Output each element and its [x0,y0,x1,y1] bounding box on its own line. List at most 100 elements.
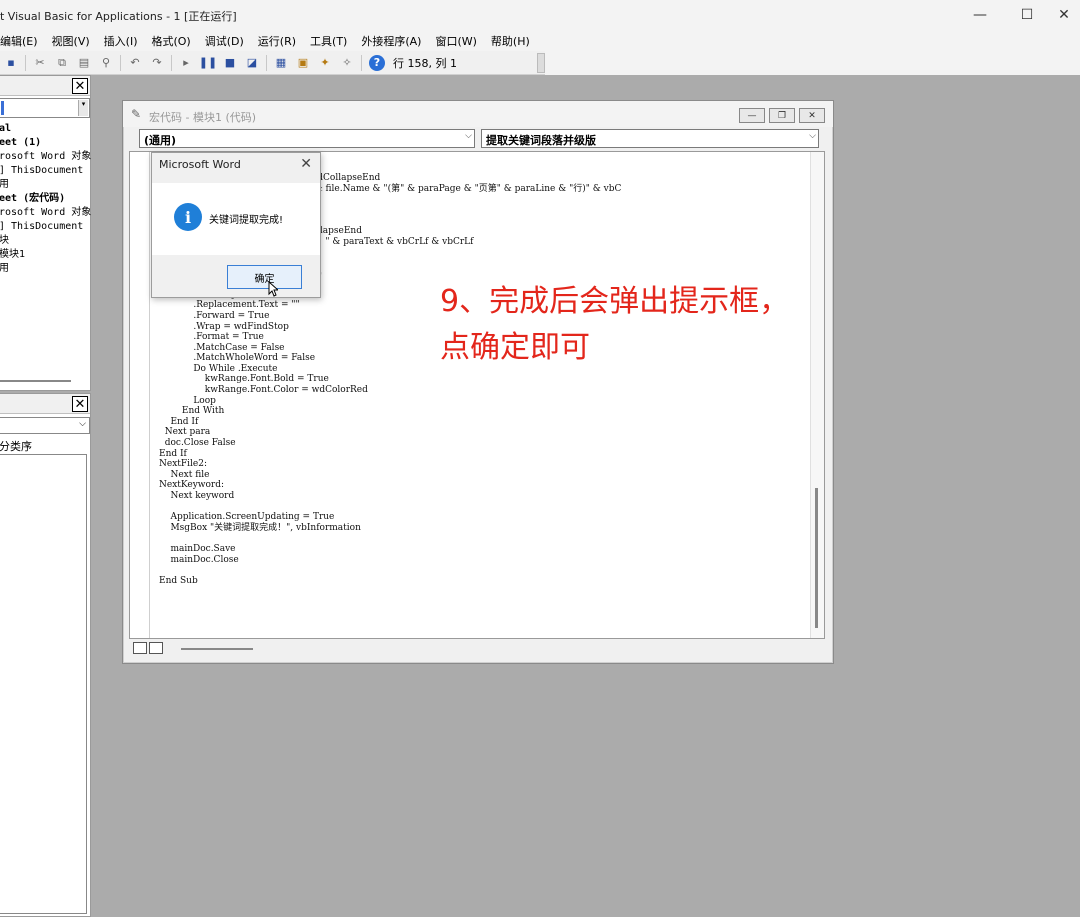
code-line[interactable] [159,533,621,544]
tree-item[interactable]: 用 [0,178,91,192]
code-line[interactable]: doc.Close False [159,438,621,449]
project-explorer-icon[interactable]: ▦ [272,54,290,72]
properties-grid [0,454,87,914]
code-line[interactable]: Next file [159,470,621,481]
menu-item[interactable]: 帮助(H) [484,33,537,49]
menu-item[interactable]: 外接程序(A) [354,33,428,49]
tree-item[interactable]: al [0,122,91,136]
code-line[interactable] [159,502,621,513]
properties-icon[interactable]: ▣ [294,54,312,72]
close-project-pane-button[interactable]: ✕ [72,78,88,94]
menu-bar: 编辑(E) 视图(V) 插入(I) 格式(O) 调试(D) 运行(R) 工具(T) 外接程序(… [0,30,1080,51]
tree-item[interactable]: eet (宏代码) [0,192,91,206]
close-properties-pane-button[interactable]: ✕ [72,396,88,412]
code-window-titlebar: ✎ 宏代码 - 模块1 (代码) — ❐ ✕ [123,101,833,127]
menu-item[interactable]: 工具(T) [303,33,354,49]
tree-item[interactable]: ] ThisDocument [0,164,91,178]
code-restore-button[interactable]: ❐ [769,108,795,123]
code-margin-bar[interactable] [130,152,150,638]
tree-item[interactable]: rosoft Word 对象 [0,150,91,164]
code-line[interactable]: NextKeyword: [159,480,621,491]
stop-icon[interactable]: ■ [221,54,239,72]
menu-item[interactable]: 编辑(E) [0,33,45,49]
menu-item[interactable]: 运行(R) [251,33,303,49]
code-horizontal-scrollbar[interactable] [181,648,253,650]
mouse-cursor-icon [268,281,278,297]
properties-object-select[interactable]: ⌵ [0,417,90,434]
code-line[interactable]: mainDoc.Save [159,544,621,555]
tree-item[interactable]: ] ThisDocument [0,220,91,234]
title-bar: t Visual Basic for Applications - 1 [正在运… [0,0,1080,30]
code-scroll-thumb[interactable] [815,488,818,628]
menu-item[interactable]: 调试(D) [198,33,251,49]
help-icon[interactable]: ? [369,54,385,71]
message-text: 关键词提取完成! [209,215,284,226]
menu-item[interactable]: 格式(O) [144,33,197,49]
toolbar-divider [120,54,121,71]
find-icon[interactable]: ⚲ [97,54,115,72]
annotation-line-1: 9、完成后会弹出提示框， [440,284,790,319]
copy-icon[interactable]: ⧉ [53,54,71,72]
code-line[interactable]: mainDoc.Close [159,555,621,566]
message-box-close-button[interactable]: ✕ [300,156,312,172]
paste-icon[interactable]: ▤ [75,54,93,72]
tree-item[interactable]: eet (1) [0,136,91,150]
code-line[interactable]: kwRange.Font.Bold = True [159,374,621,385]
procedure-view-icon[interactable] [133,642,147,654]
object-combo[interactable]: (通用) ⌵ [139,129,475,148]
chevron-down-icon: ⌵ [465,131,472,141]
save-icon[interactable]: ▪ [2,54,20,72]
code-vertical-scrollbar[interactable] [810,152,824,638]
tree-item[interactable]: 用 [0,262,91,276]
full-module-view-icon[interactable] [149,642,163,654]
tree-item[interactable]: rosoft Word 对象 [0,206,91,220]
code-line[interactable]: End Sub [159,576,621,587]
code-line[interactable]: kwRange.Font.Color = wdColorRed [159,385,621,396]
code-line[interactable] [159,565,621,576]
run-icon[interactable]: ▸ [177,54,195,72]
code-minimize-button[interactable]: — [739,108,765,123]
code-line[interactable]: End With [159,406,621,417]
code-close-button[interactable]: ✕ [799,108,825,123]
code-line[interactable]: End If [159,449,621,460]
toolbar-divider [361,54,362,71]
code-line[interactable]: Loop [159,396,621,407]
procedure-combo[interactable]: 提取关键词段落并级版 ⌵ [481,129,819,148]
design-mode-icon[interactable]: ◪ [243,54,261,72]
object-browser-icon[interactable]: ✦ [316,54,334,72]
code-line[interactable]: MsgBox "关键词提取完成！", vbInformation [159,523,621,534]
toolbar-empty-area [545,51,1080,75]
menu-item[interactable]: 视图(V) [45,33,97,49]
code-line[interactable]: Next para [159,427,621,438]
code-line[interactable]: NextFile2: [159,459,621,470]
project-pane-toolbar: ▾ [0,98,90,118]
code-line[interactable]: Application.ScreenUpdating = True [159,512,621,523]
tree-item[interactable]: 模块1 [0,248,91,262]
maximize-button[interactable]: ☐ [1005,0,1049,30]
cut-icon[interactable]: ✂ [31,54,49,72]
code-line[interactable]: End If [159,417,621,428]
tree-item[interactable]: 块 [0,234,91,248]
code-line[interactable]: Next keyword [159,491,621,502]
project-pane-tool-icon[interactable] [1,101,4,115]
ok-button[interactable]: 确定 [227,265,302,289]
minimize-button[interactable]: — [958,0,1002,30]
menu-item[interactable]: 插入(I) [97,33,145,49]
message-box-title: Microsoft Word [159,158,241,171]
cursor-position: 行 158, 列 1 [393,56,457,70]
menu-item[interactable]: 窗口(W) [428,33,483,49]
object-combo-value: (通用) [144,134,177,147]
toolbox-icon[interactable]: ✧ [338,54,356,72]
properties-tab-categorized[interactable]: 分类序 [0,438,32,454]
project-pane-hscroll[interactable] [0,380,71,382]
redo-icon[interactable]: ↷ [148,54,166,72]
close-button[interactable]: ✕ [1048,0,1080,30]
undo-icon[interactable]: ↶ [126,54,144,72]
standard-toolbar: ▪ ✂ ⧉ ▤ ⚲ ↶ ↷ ▸ ❚❚ ■ ◪ ▦ ▣ ✦ ✧ ? 行 158, … [0,51,545,75]
toolbar-divider [266,54,267,71]
pause-icon[interactable]: ❚❚ [199,54,217,72]
toolbar-overflow-grip[interactable] [537,53,545,73]
project-pane-scroll-icon[interactable]: ▾ [78,100,88,116]
properties-header: ✕ [0,394,90,414]
chevron-down-icon: ⌵ [79,419,86,429]
